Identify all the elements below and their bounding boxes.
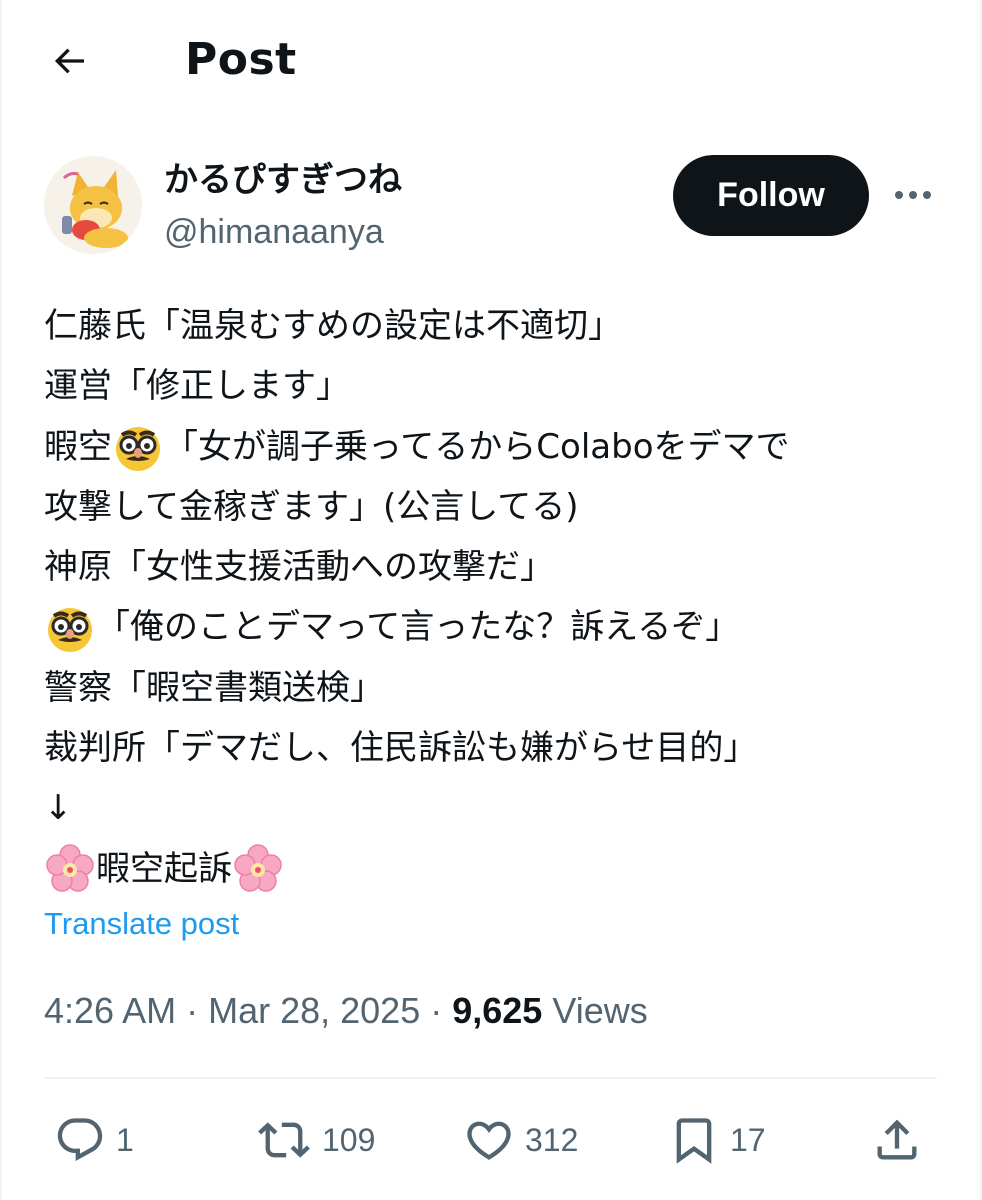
arrow-left-icon (54, 48, 84, 74)
fox-avatar-image (44, 156, 142, 254)
post-line: 暇空起訴 (44, 839, 944, 899)
reply-count: 1 (116, 1121, 134, 1158)
post-line: 運営「修正します」 (44, 366, 350, 407)
heart-icon (467, 1121, 511, 1160)
post-page: Post かるぴすぎつね @himanaanya Follow 仁藤氏「温泉むす… (0, 0, 982, 1200)
bookmark-button[interactable]: 17 (668, 1100, 766, 1180)
author-handle[interactable]: @himanaanya (164, 210, 384, 254)
post-line-rest: 「女が調子乗ってるからColaboをデマで (164, 426, 790, 467)
meta-separator: · (176, 990, 209, 1031)
reply-icon (57, 1118, 103, 1162)
repost-icon (258, 1122, 310, 1158)
more-button[interactable] (888, 175, 938, 215)
share-button[interactable] (871, 1100, 923, 1180)
author-display-name[interactable]: かるぴすぎつね (164, 158, 402, 202)
post-line: 仁藤氏「温泉むすめの設定は不適切」 (44, 306, 622, 346)
post-date[interactable]: Mar 28, 2025 (208, 990, 420, 1031)
share-icon (877, 1119, 917, 1160)
action-bar: 1 109 312 17 (0, 1100, 982, 1180)
follow-button[interactable]: Follow (673, 155, 869, 236)
bookmark-icon (676, 1118, 712, 1164)
reply-button[interactable]: 1 (54, 1100, 134, 1180)
cherry-blossom-emoji (234, 844, 282, 892)
like-button[interactable]: 312 (463, 1100, 578, 1180)
like-count: 312 (525, 1121, 579, 1158)
post-line-rest: 「俺のことデマって言ったな？訴えるぞ」 (96, 607, 740, 648)
repost-count: 109 (322, 1121, 376, 1158)
post-line-prefix: 暇空 (44, 426, 112, 467)
post-line-rest: 暇空起訴 (96, 848, 232, 889)
post-time[interactable]: 4:26 AM (44, 990, 176, 1031)
divider (44, 1077, 937, 1079)
views-label: Views (552, 990, 648, 1031)
post-line: 攻撃して金稼ぎます」(公言してる) (44, 486, 579, 527)
post-line: 「俺のことデマって言ったな？訴えるぞ」 (44, 597, 944, 657)
translate-post-link[interactable]: Translate post (44, 902, 239, 946)
top-bar: Post (0, 0, 982, 120)
views-count: 9,625 (452, 990, 543, 1031)
post-line: 暇空 「女が調子乗ってるからColaboをデマで (44, 417, 944, 477)
post-text: 仁藤氏「温泉むすめの設定は不適切」 運営「修正します」 暇空 「女が調子乗ってる… (44, 296, 944, 899)
post-line: 警察「暇空書類送検」 (44, 667, 384, 708)
post-line: 神原「女性支援活動への攻撃だ」 (44, 547, 554, 588)
more-horizontal-icon (895, 191, 931, 199)
avatar[interactable] (44, 156, 142, 254)
cherry-blossom-emoji (46, 844, 94, 892)
disguised-face-emoji (116, 426, 160, 471)
back-button[interactable] (44, 36, 94, 86)
post-meta: 4:26 AM · Mar 28, 2025 · 9,625 Views (44, 985, 648, 1037)
meta-separator: · (420, 990, 453, 1031)
bookmark-count: 17 (730, 1121, 766, 1158)
post-line: ↓ (44, 788, 73, 829)
frame-border-left (0, 0, 2, 1200)
page-title: Post (185, 34, 297, 85)
post-line: 裁判所「デマだし、住民訴訟も嫌がらせ目的」 (44, 728, 758, 769)
disguised-face-emoji (48, 607, 92, 652)
repost-button[interactable]: 109 (256, 1100, 375, 1180)
